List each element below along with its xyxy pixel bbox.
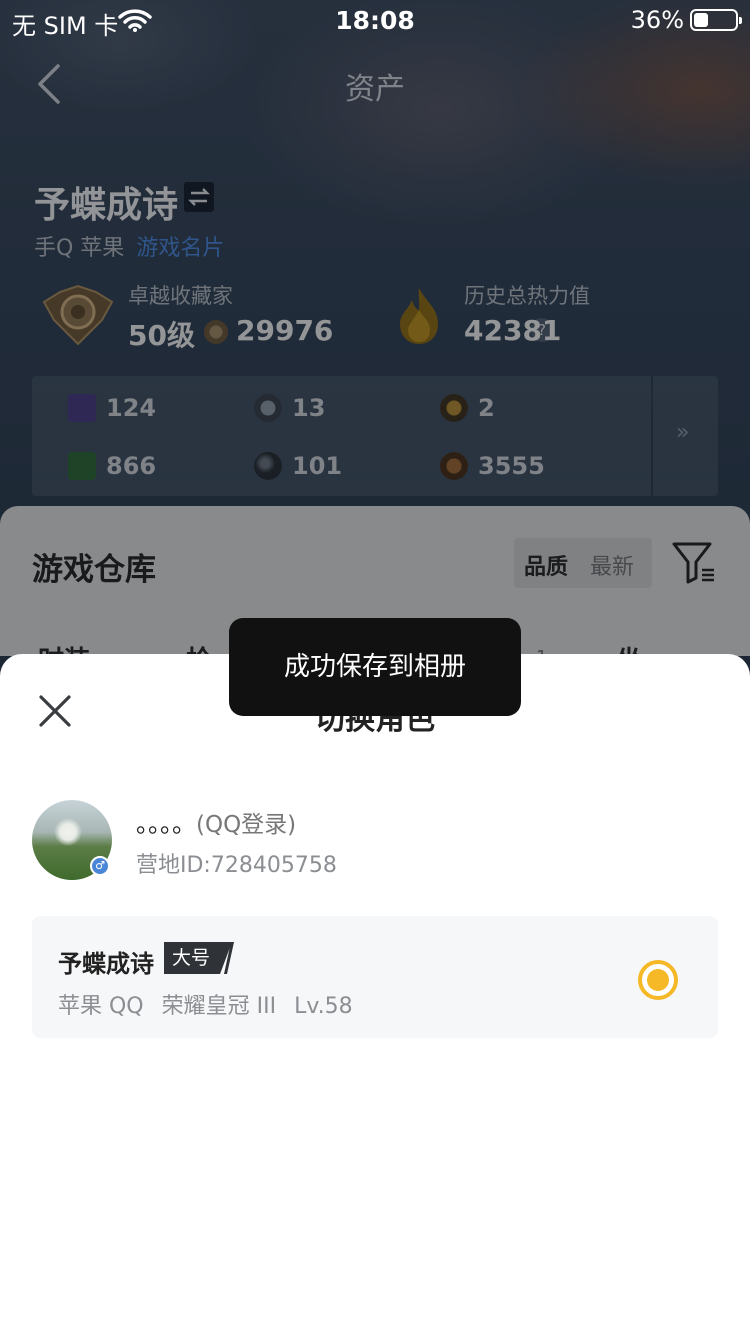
main-account-tag: 大号 <box>164 942 232 974</box>
switch-role-sheet: 切换角色 ♂ 。。。。(QQ登录) 营地ID:728405758 予蝶成诗 大号… <box>0 654 750 1334</box>
nickname-text: 。。。。 <box>136 810 196 838</box>
account-nickname: 。。。。(QQ登录) <box>136 804 296 839</box>
battery-percent: 36% <box>630 6 684 34</box>
role-platform: 苹果 QQ <box>58 994 144 1019</box>
selected-radio-icon[interactable] <box>638 960 678 1000</box>
login-method: (QQ登录) <box>196 812 297 838</box>
role-card[interactable]: 予蝶成诗 大号 苹果 QQ 荣耀皇冠 III Lv.58 <box>32 916 718 1038</box>
role-rank: 荣耀皇冠 III <box>161 994 277 1019</box>
toast-message: 成功保存到相册 <box>229 618 521 716</box>
role-info: 苹果 QQ 荣耀皇冠 III Lv.58 <box>58 988 371 1020</box>
role-name: 予蝶成诗 <box>58 950 154 978</box>
male-gender-icon: ♂ <box>90 856 110 876</box>
battery-icon <box>690 9 742 31</box>
role-level: Lv.58 <box>294 994 353 1019</box>
status-bar: 无 SIM 卡 18:08 36% <box>0 0 750 40</box>
camp-id: 营地ID:728405758 <box>136 853 337 878</box>
